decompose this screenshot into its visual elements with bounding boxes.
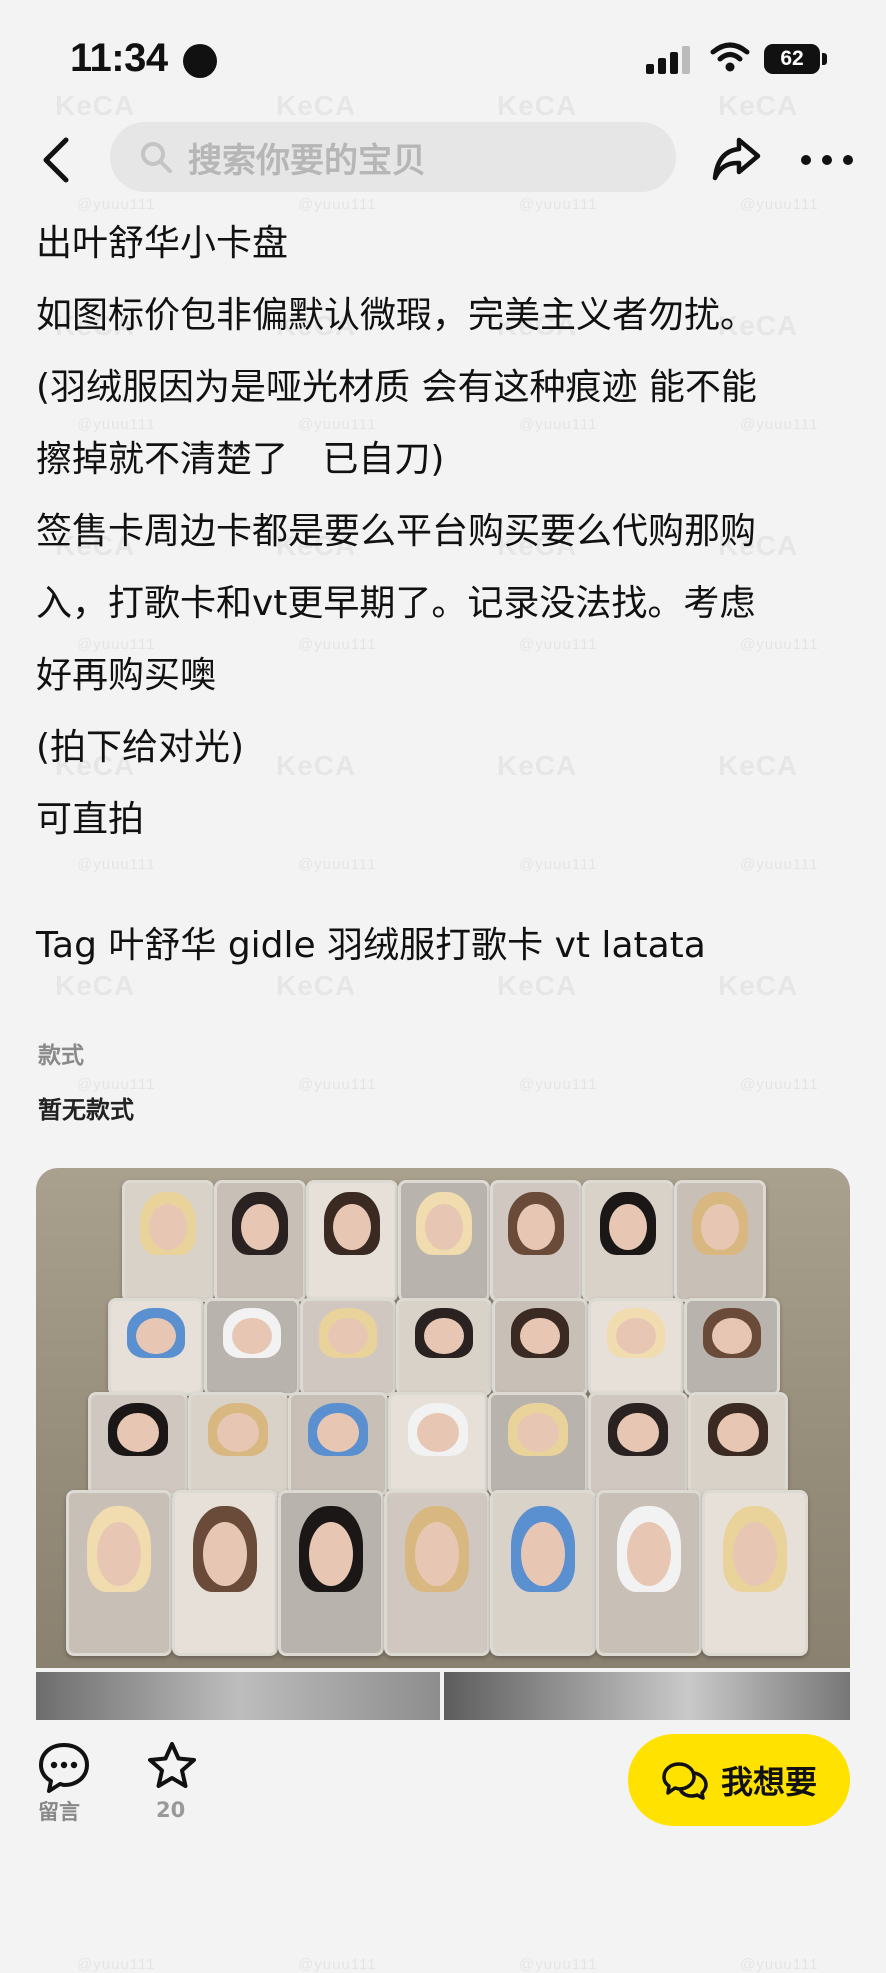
post-line: 可直拍: [36, 799, 145, 840]
recording-dot-icon: [183, 44, 217, 78]
photocard: [188, 1392, 288, 1496]
post-line: 好再购买噢: [36, 655, 217, 696]
photocard: [384, 1490, 490, 1656]
photocard: [490, 1490, 596, 1656]
watermark-handle: @yuuu111: [519, 856, 598, 873]
back-arrow-icon[interactable]: [34, 130, 78, 190]
search-placeholder: 搜索你要的宝贝: [188, 140, 426, 181]
want-button[interactable]: 我想要: [628, 1734, 850, 1826]
star-icon[interactable]: [146, 1740, 198, 1792]
watermark-logo: KeCA: [718, 970, 799, 1001]
photocard: [388, 1392, 488, 1496]
photocard: [588, 1392, 688, 1496]
status-bar: 11:34 62: [0, 0, 886, 110]
photocard: [122, 1180, 214, 1302]
watermark-handle: @yuuu111: [298, 1956, 377, 1973]
photocard: [278, 1490, 384, 1656]
photocard: [398, 1180, 490, 1302]
watermark-handle: @yuuu111: [519, 1956, 598, 1973]
post-line: 入，打歌卡和vt更早期了。记录没法找。考虑: [36, 583, 756, 624]
photocard: [66, 1490, 172, 1656]
photocard: [588, 1298, 684, 1396]
favorite-count: 20: [156, 1798, 186, 1822]
photocard: [88, 1392, 188, 1496]
photocard: [172, 1490, 278, 1656]
more-icon[interactable]: [800, 150, 854, 170]
post-tags: Tag 叶舒华 gidle 羽绒服打歌卡 vt latata: [36, 925, 706, 966]
post-description: 出叶舒华小卡盘 如图标价包非偏默认微瑕，完美主义者勿扰。 (羽绒服因为是哑光材质…: [36, 208, 856, 856]
product-photo[interactable]: [36, 1168, 850, 1668]
photo-thumbnails: [36, 1672, 850, 1720]
watermark-handle: @yuuu111: [298, 1076, 377, 1093]
post-line: 擦掉就不清楚了 已自刀): [36, 439, 445, 480]
photocard: [702, 1490, 808, 1656]
photocard: [582, 1180, 674, 1302]
photocard: [688, 1392, 788, 1496]
photocard: [490, 1180, 582, 1302]
search-icon: [141, 142, 172, 173]
post-line: 出叶舒华小卡盘: [36, 223, 289, 264]
style-label: 款式: [38, 1043, 84, 1069]
style-value: 暂无款式: [38, 1096, 134, 1124]
want-label: 我想要: [720, 1763, 817, 1801]
chat-icon: [662, 1762, 708, 1800]
photocard: [674, 1180, 766, 1302]
watermark-handle: @yuuu111: [740, 1076, 819, 1093]
photocard: [214, 1180, 306, 1302]
photo-thumbnail[interactable]: [444, 1672, 850, 1720]
photocard: [306, 1180, 398, 1302]
search-input[interactable]: 搜索你要的宝贝: [110, 122, 676, 192]
battery-cap: [822, 53, 827, 65]
battery-indicator: 62: [764, 44, 820, 74]
comment-label[interactable]: 留言: [38, 1796, 80, 1826]
post-line: (拍下给对光): [36, 727, 245, 768]
photocard: [204, 1298, 300, 1396]
photocard: [108, 1298, 204, 1396]
photocard: [488, 1392, 588, 1496]
photocard: [492, 1298, 588, 1396]
watermark-handle: @yuuu111: [77, 856, 156, 873]
photocard: [596, 1490, 702, 1656]
cellular-signal-icon: [646, 44, 694, 74]
post-line: 签售卡周边卡都是要么平台购买要么代购那购: [36, 511, 757, 552]
watermark-handle: @yuuu111: [740, 856, 819, 873]
watermark-handle: @yuuu111: [519, 1076, 598, 1093]
photocard: [300, 1298, 396, 1396]
post-line: (羽绒服因为是哑光材质 会有这种痕迹 能不能: [36, 367, 757, 408]
watermark-handle: @yuuu111: [740, 1956, 819, 1973]
wifi-icon: [710, 42, 750, 72]
share-icon[interactable]: [710, 134, 762, 184]
photocard: [396, 1298, 492, 1396]
watermark-handle: @yuuu111: [77, 1956, 156, 1973]
photocard: [684, 1298, 780, 1396]
watermark-handle: @yuuu111: [298, 856, 377, 873]
photo-thumbnail[interactable]: [36, 1672, 440, 1720]
comment-icon[interactable]: [36, 1740, 92, 1796]
photocard: [288, 1392, 388, 1496]
post-line: 如图标价包非偏默认微瑕，完美主义者勿扰。: [36, 295, 757, 336]
status-time: 11:34: [70, 36, 168, 80]
